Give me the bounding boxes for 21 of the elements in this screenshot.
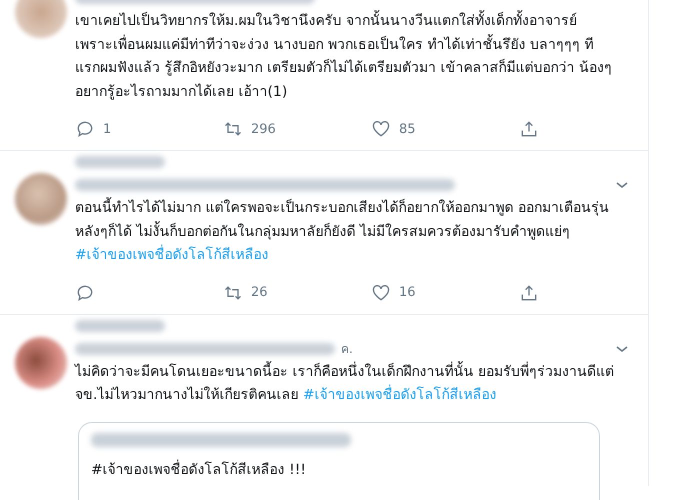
reply-icon[interactable] bbox=[75, 282, 95, 302]
action-count: 16 bbox=[399, 285, 416, 300]
timestamp: ค. bbox=[341, 341, 353, 358]
action-count: 1 bbox=[103, 122, 112, 136]
heart-icon[interactable] bbox=[371, 282, 391, 302]
share-icon[interactable] bbox=[519, 119, 539, 139]
action-count: 26 bbox=[251, 285, 268, 300]
avatar[interactable] bbox=[14, 336, 66, 388]
hashtag-link[interactable]: #เจ้าของเพจชื่อดังโลโก้สีเหลือง bbox=[75, 247, 269, 263]
reply-icon[interactable] bbox=[75, 119, 95, 139]
quoted-tweet-text: #เจ้าของเพจชื่อดังโลโก้สีเหลือง !!! bbox=[91, 458, 308, 480]
tweet-text: เขาเคยไปเป็นวิทยากรให้ม.ผมในวิชานึงครับ จากนั้นนางวีนแตกใส่ทั้งเด็กทั้งอาจารย์ เพราะเพื่อนผมแค่มีท่าทีว่าจะง่วง นางบอก พวกเธอเป็นใคร ทำได้เท่าชั้นรึยัง บลาๆๆๆ ทีแรกผมฟังแล้ว รู้สึกอิหยังวะมาก เตรียมตัวก็ไม่ได้เตรียมตัวมา เข้าคลาสก็มีแต่บอกว่า น้องๆอยากรู้อะไรถามมากได้เลย เอ้าา(1) bbox=[75, 10, 630, 104]
tweet-text: ไม่คิดว่าจะมีคนโดนเยอะขนาดนี้อะ เราก็คือหนึ่งในเด็กฝึกงานที่นั้น ยอมรับพี่ๆร่วมงานดีแต่ จข.ไม่ไหวมากนางไม่ให้เกียรติคนเลย #เจ้าของเพจชื่อดังโลโก้สีเหลือง bbox=[75, 360, 630, 408]
quoted-tweet-card[interactable]: #เจ้าของเพจชื่อดังโลโก้สีเหลือง !!! bbox=[78, 422, 600, 500]
hashtag-link[interactable]: #เจ้าของเพจชื่อดังโลโก้สีเหลือง bbox=[302, 387, 497, 403]
heart-icon[interactable] bbox=[371, 119, 391, 139]
action-count: 85 bbox=[399, 122, 416, 136]
share-icon[interactable] bbox=[519, 282, 539, 302]
tweet-text: ตอนนี้ทำไรได้ไม่มาก แต่ใครพอจะเป็นกระบอกเสียงได้ก็อยากให้ออกมาพูด ออกมาเตือนรุ่นหลังๆก็ได้ ไม่งั้นก็บอกต่อกันในกลุ่มมหาลัยก็ยังดี ไม่มีใครสมควรต้องมารับคำพูดแย่ๆ #เจ้าของเพจชื่อดังโลโก้สีเหลือง bbox=[75, 197, 630, 268]
avatar[interactable] bbox=[14, 173, 66, 225]
action-count: 296 bbox=[251, 122, 276, 136]
